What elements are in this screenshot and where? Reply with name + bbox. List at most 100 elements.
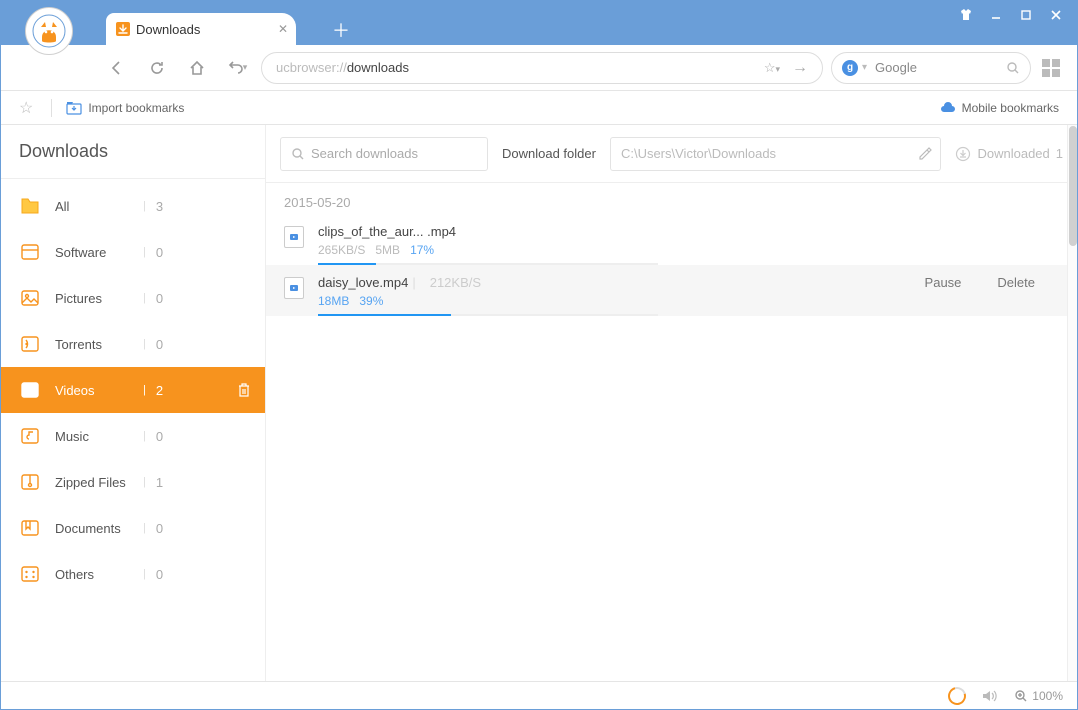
music-icon — [19, 425, 41, 447]
search-icon[interactable] — [1006, 61, 1020, 75]
mobile-bookmarks-label: Mobile bookmarks — [962, 101, 1059, 115]
category-others[interactable]: Others|0 — [1, 551, 265, 597]
download-item[interactable]: daisy_love.mp4|212KB/S18MB39%PauseDelete — [266, 265, 1077, 316]
file-name: clips_of_the_aur... .mp4 — [318, 224, 456, 239]
category-music[interactable]: Music|0 — [1, 413, 265, 459]
go-arrow-icon[interactable]: → — [792, 59, 808, 77]
separator: | — [143, 292, 146, 304]
zip-icon — [19, 471, 41, 493]
folder-icon — [19, 195, 41, 217]
app-logo-icon[interactable] — [25, 7, 73, 55]
tshirt-icon[interactable] — [953, 5, 979, 25]
main-header: Search downloads Download folder C:\User… — [266, 125, 1077, 183]
nav-toolbar: ▾ ucbrowser://downloads ☆▾ → g ▾ Google — [1, 45, 1077, 91]
file-percent: 17% — [410, 243, 434, 257]
category-count: 0 — [156, 429, 163, 444]
category-name: Documents — [55, 521, 143, 536]
category-software[interactable]: Software|0 — [1, 229, 265, 275]
download-folder-path[interactable]: C:\Users\Victor\Downloads — [610, 137, 942, 171]
progress-bar — [318, 314, 658, 316]
chevron-down-icon[interactable]: ▾ — [862, 62, 867, 73]
category-torrents[interactable]: Torrents|0 — [1, 321, 265, 367]
category-zipped-files[interactable]: Zipped Files|1 — [1, 459, 265, 505]
download-icon — [116, 22, 130, 36]
new-tab-button[interactable]: ＋ — [326, 15, 356, 45]
category-count: 3 — [156, 199, 163, 214]
search-icon — [291, 147, 305, 161]
pause-button[interactable]: Pause — [925, 275, 962, 290]
zoom-control[interactable]: 100% — [1014, 689, 1063, 703]
category-count: 0 — [156, 245, 163, 260]
home-button[interactable] — [181, 52, 213, 84]
file-percent: 39% — [359, 294, 383, 308]
category-documents[interactable]: Documents| 0 — [1, 505, 265, 551]
address-bar[interactable]: ucbrowser://downloads ☆▾ → — [261, 52, 823, 84]
close-button[interactable] — [1043, 5, 1069, 25]
activity-indicator-icon[interactable] — [945, 683, 970, 708]
category-count: 0 — [156, 521, 163, 536]
browser-tab[interactable]: Downloads ✕ — [106, 13, 296, 45]
separator: | — [143, 200, 146, 212]
mobile-bookmarks-button[interactable]: Mobile bookmarks — [940, 100, 1059, 116]
separator — [51, 99, 52, 117]
cloud-icon — [940, 100, 956, 116]
category-list: All|3Software|0Pictures|0Torrents|0Video… — [1, 179, 265, 601]
maximize-button[interactable] — [1013, 5, 1039, 25]
downloaded-count[interactable]: Downloaded 1 — [955, 146, 1063, 162]
documents-icon — [19, 517, 41, 539]
file-size: 5MB — [375, 243, 400, 257]
category-count: 0 — [156, 567, 163, 582]
category-videos[interactable]: Videos|2 — [1, 367, 265, 413]
category-count: 0 — [156, 291, 163, 306]
tab-title: Downloads — [136, 22, 200, 37]
vertical-scrollbar[interactable] — [1067, 125, 1077, 683]
category-name: Videos — [55, 383, 143, 398]
import-icon — [66, 101, 82, 115]
downloaded-label: Downloaded — [977, 146, 1049, 161]
category-pictures[interactable]: Pictures| 0 — [1, 275, 265, 321]
url-path: downloads — [347, 60, 409, 75]
trash-icon[interactable] — [237, 382, 251, 398]
reload-button[interactable] — [141, 52, 173, 84]
search-engine-name: Google — [875, 60, 917, 75]
tab-close-icon[interactable]: ✕ — [278, 22, 288, 36]
category-name: Pictures — [55, 291, 143, 306]
main-panel: Search downloads Download folder C:\User… — [266, 125, 1077, 681]
delete-button[interactable]: Delete — [997, 275, 1035, 290]
volume-icon[interactable] — [982, 689, 998, 703]
file-speed: 265KB/S — [318, 243, 365, 257]
separator: | — [143, 338, 146, 350]
downloaded-number: 1 — [1056, 146, 1063, 161]
search-downloads-placeholder: Search downloads — [311, 146, 418, 161]
back-button[interactable] — [101, 52, 133, 84]
separator: | — [143, 476, 146, 488]
undo-close-button[interactable]: ▾ — [221, 52, 253, 84]
category-all[interactable]: All|3 — [1, 183, 265, 229]
separator: | — [143, 430, 146, 442]
import-bookmarks-button[interactable]: Import bookmarks — [66, 101, 184, 115]
extensions-grid-icon[interactable] — [1039, 56, 1063, 80]
download-item[interactable]: clips_of_the_aur... .mp4 265KB/S 5MB 17% — [266, 214, 1077, 265]
status-bar: 100% — [1, 681, 1077, 709]
bookmark-page-icon[interactable]: ☆ — [19, 98, 33, 118]
zoom-level: 100% — [1032, 689, 1063, 703]
download-list: 2015-05-20 clips_of_the_aur... .mp4265KB… — [266, 183, 1077, 681]
bookmark-star-icon[interactable]: ☆▾ — [764, 60, 780, 76]
zoom-icon — [1014, 689, 1028, 703]
file-size: 18MB — [318, 294, 349, 308]
search-downloads-input[interactable]: Search downloads — [280, 137, 488, 171]
category-name: Software — [55, 245, 143, 260]
category-count: 2 — [156, 383, 163, 398]
import-bookmarks-label: Import bookmarks — [88, 101, 184, 115]
separator: | — [143, 522, 146, 534]
downloads-heading: Downloads — [1, 125, 265, 179]
scrollbar-thumb[interactable] — [1069, 126, 1077, 246]
edit-folder-icon[interactable] — [918, 147, 932, 161]
search-engine-box[interactable]: g ▾ Google — [831, 52, 1031, 84]
content-area: Downloads All|3Software|0Pictures|0Torre… — [1, 125, 1077, 681]
download-folder-label: Download folder — [502, 146, 596, 161]
minimize-button[interactable] — [983, 5, 1009, 25]
logo-area — [1, 1, 101, 45]
category-name: Torrents — [55, 337, 143, 352]
torrents-icon — [19, 333, 41, 355]
